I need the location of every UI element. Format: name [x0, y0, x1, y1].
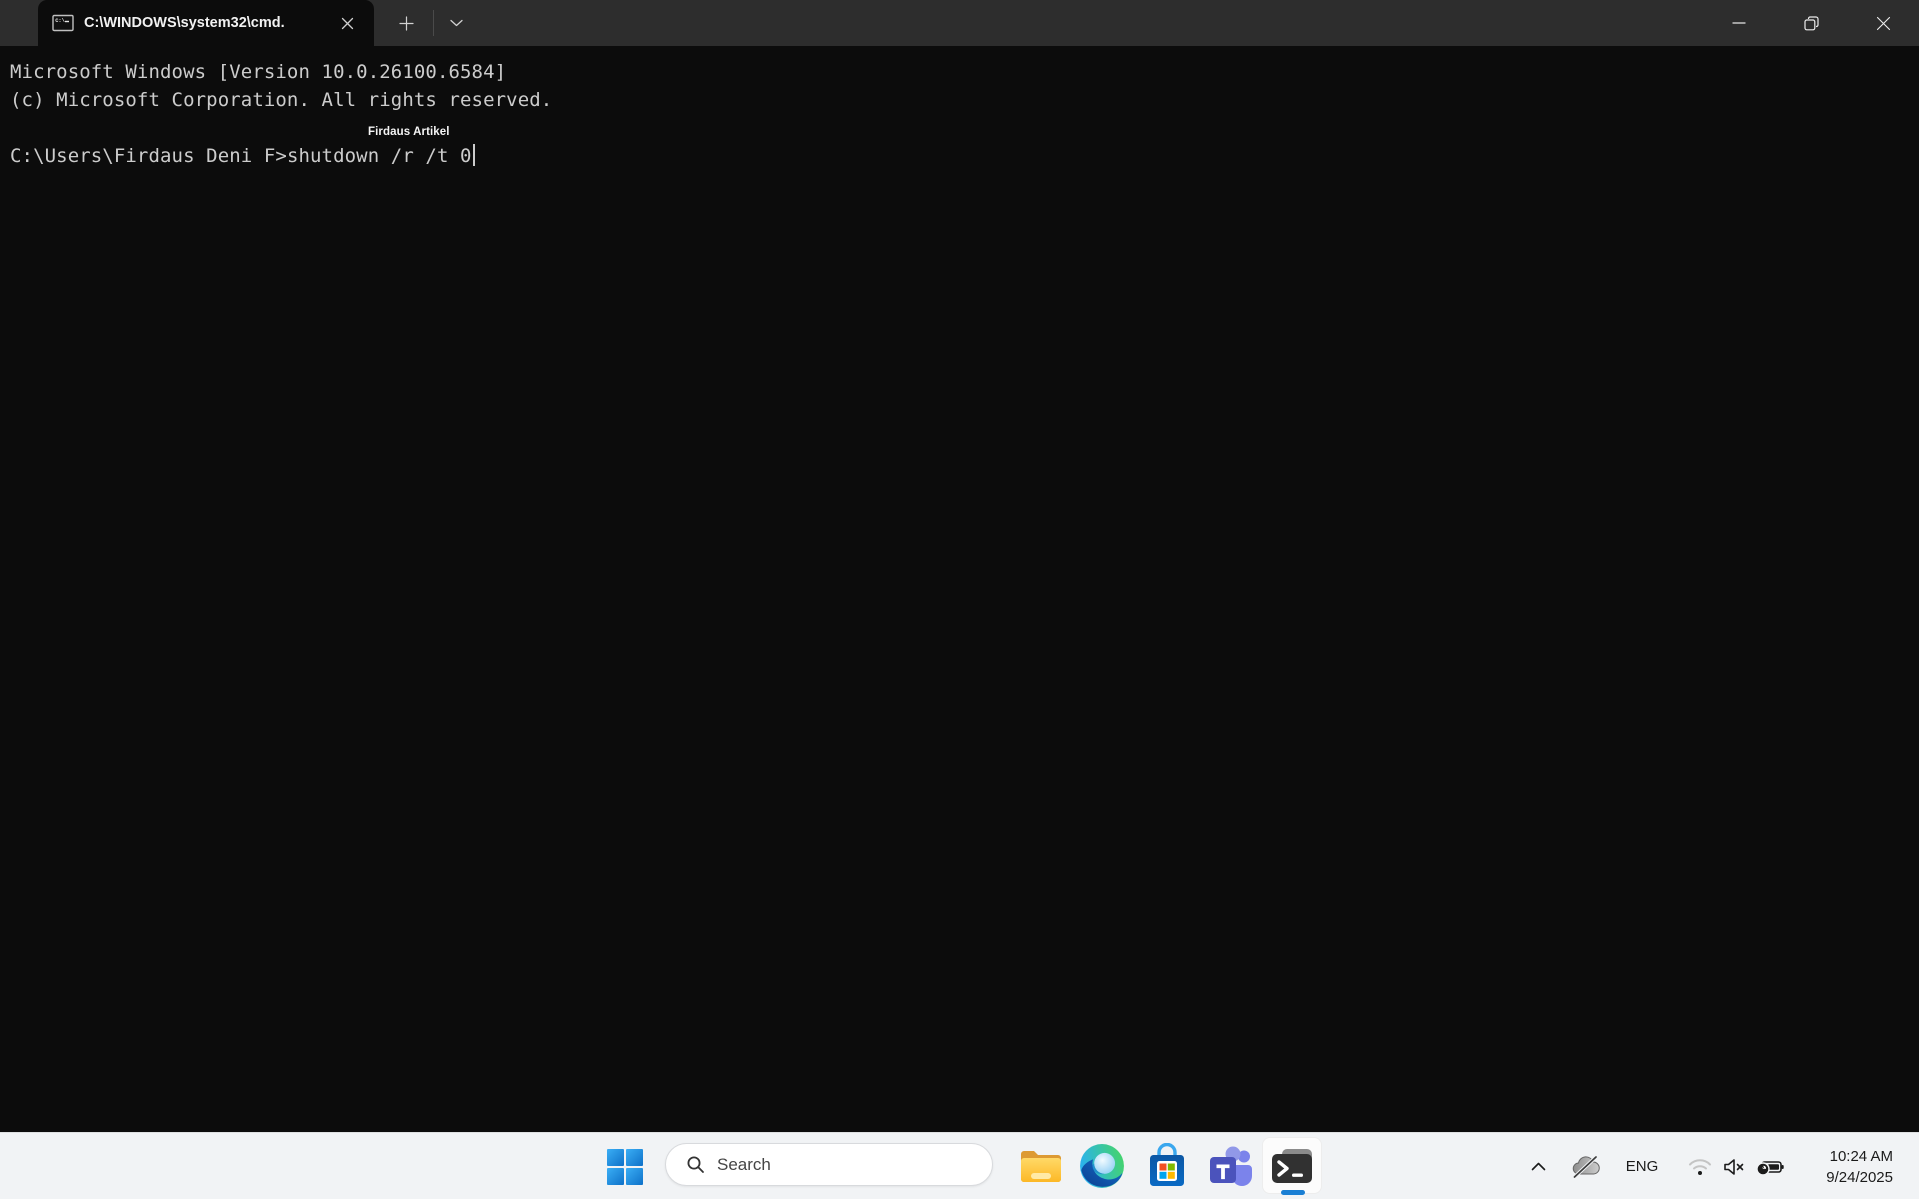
wifi-icon [1688, 1158, 1712, 1176]
svg-text:C:\: C:\ [55, 18, 65, 24]
clock-time: 10:24 AM [1830, 1146, 1893, 1167]
window-controls [1703, 0, 1919, 46]
taskbar-app-store[interactable] [1139, 1138, 1195, 1194]
desktop: C:\ C:\WINDOWS\system32\cmd. [0, 0, 1919, 1199]
clock-date: 9/24/2025 [1826, 1167, 1893, 1188]
tray-chevron-up[interactable] [1524, 1133, 1552, 1199]
taskbar-search[interactable] [665, 1143, 993, 1186]
tab-bar-divider [433, 10, 434, 36]
terminal-tab[interactable]: C:\ C:\WINDOWS\system32\cmd. [38, 0, 374, 46]
restore-button[interactable] [1775, 0, 1847, 46]
cloud-offline-icon [1571, 1156, 1601, 1178]
cmd-icon: C:\ [52, 14, 74, 32]
active-app-indicator [1281, 1190, 1305, 1195]
taskbar-app-terminal[interactable] [1264, 1138, 1320, 1194]
terminal-prompt-line: C:\Users\Firdaus Deni F>shutdown /r /t 0 [10, 142, 1909, 170]
tray-onedrive-offline[interactable] [1568, 1133, 1604, 1199]
taskbar-app-file-explorer[interactable] [1013, 1138, 1069, 1194]
new-tab-button[interactable] [389, 8, 423, 38]
terminal-line: Microsoft Windows [Version 10.0.26100.65… [10, 58, 1909, 86]
battery-saver-icon [1756, 1157, 1784, 1177]
terminal-blank-line [10, 114, 1909, 142]
overlay-watermark-label: Firdaus Artikel [368, 126, 450, 138]
speaker-mute-icon [1723, 1158, 1745, 1176]
teams-icon [1208, 1144, 1254, 1188]
language-label: ENG [1626, 1158, 1659, 1175]
tab-dropdown-button[interactable] [439, 8, 473, 38]
tab-title: C:\WINDOWS\system32\cmd. [84, 15, 324, 31]
terminal-content[interactable]: Microsoft Windows [Version 10.0.26100.65… [0, 46, 1919, 1132]
tray-volume-muted[interactable] [1720, 1133, 1748, 1199]
chevron-up-icon [1531, 1162, 1546, 1171]
tray-clock[interactable]: 10:24 AM 9/24/2025 [1826, 1133, 1893, 1199]
windows-logo-icon [606, 1148, 644, 1186]
close-button[interactable] [1847, 0, 1919, 46]
windows-terminal-icon [1270, 1144, 1314, 1188]
taskbar: ENG 10:24 AM [0, 1132, 1919, 1199]
typed-command: shutdown /r /t 0 [287, 145, 472, 167]
file-explorer-icon [1018, 1146, 1064, 1186]
terminal-line: (c) Microsoft Corporation. All rights re… [10, 86, 1909, 114]
taskbar-app-edge[interactable] [1074, 1138, 1130, 1194]
start-button[interactable] [594, 1142, 656, 1191]
taskbar-app-teams[interactable] [1203, 1138, 1259, 1194]
tray-battery-saver[interactable] [1754, 1133, 1786, 1199]
search-input[interactable] [717, 1155, 957, 1175]
microsoft-store-icon [1145, 1143, 1189, 1189]
tray-wifi[interactable] [1686, 1133, 1714, 1199]
text-cursor [473, 144, 475, 166]
search-icon [686, 1155, 705, 1174]
prompt-path: C:\Users\Firdaus Deni F> [10, 145, 287, 167]
tray-language[interactable]: ENG [1622, 1133, 1662, 1199]
edge-icon [1079, 1143, 1125, 1189]
minimize-button[interactable] [1703, 0, 1775, 46]
terminal-titlebar: C:\ C:\WINDOWS\system32\cmd. [0, 0, 1919, 46]
tab-close-icon[interactable] [332, 8, 362, 38]
